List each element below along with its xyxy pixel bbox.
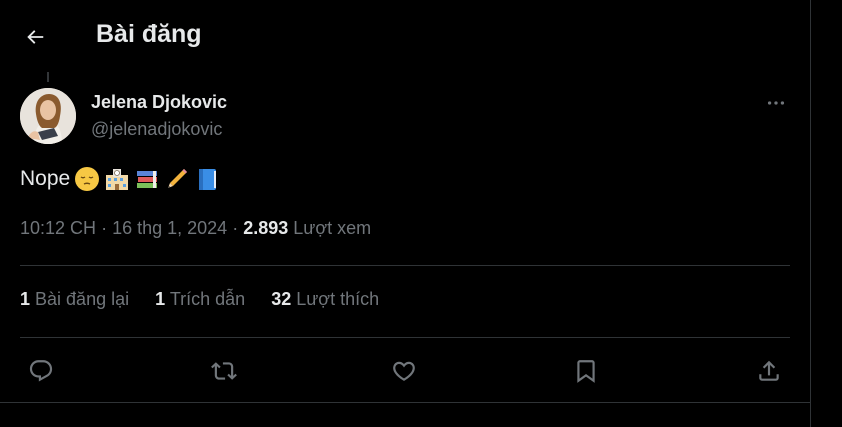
main-column: Bài đăng Jelena Djokovic @jelenadjokovic… xyxy=(0,0,810,427)
like-button[interactable] xyxy=(383,350,425,392)
likes-label: Lượt thích xyxy=(296,289,380,309)
right-gutter xyxy=(811,0,842,427)
quotes-count: 1 xyxy=(155,289,166,309)
quotes-stat[interactable]: 1 Trích dẫn xyxy=(155,289,245,310)
pensive-face-icon xyxy=(74,166,100,192)
post-date[interactable]: 16 thg 1, 2024 xyxy=(112,218,227,238)
reply-button[interactable] xyxy=(20,350,62,392)
post-meta: 10:12 CH · 16 thg 1, 2024 · 2.893 Lượt x… xyxy=(20,218,371,239)
like-icon xyxy=(393,361,415,381)
more-icon xyxy=(767,101,785,105)
action-bar xyxy=(20,350,790,392)
more-button[interactable] xyxy=(760,89,792,117)
post-text-content: Nope xyxy=(20,167,71,190)
divider xyxy=(20,337,790,338)
books-icon xyxy=(134,166,160,192)
author-handle[interactable]: @jelenadjokovic xyxy=(91,119,222,140)
avatar[interactable] xyxy=(20,88,76,144)
back-button[interactable] xyxy=(16,18,54,56)
bookmark-button[interactable] xyxy=(565,350,607,392)
divider xyxy=(20,265,790,266)
reposts-stat[interactable]: 1 Bài đăng lại xyxy=(20,289,129,310)
reposts-count: 1 xyxy=(20,289,31,309)
post-time[interactable]: 10:12 CH xyxy=(20,218,96,238)
divider xyxy=(0,402,810,403)
quotes-label: Trích dẫn xyxy=(169,289,246,309)
reply-icon xyxy=(29,360,53,382)
thread-line xyxy=(47,72,49,82)
views-count: 2.893 xyxy=(243,218,289,238)
post-text: Nope xyxy=(20,166,220,192)
meta-separator: · xyxy=(101,218,108,238)
pencil-icon xyxy=(164,166,190,192)
page-title: Bài đăng xyxy=(96,20,202,48)
avatar-image xyxy=(20,88,76,144)
school-building-icon xyxy=(104,166,130,192)
back-arrow-icon xyxy=(27,30,44,44)
engagement-stats: 1 Bài đăng lại 1 Trích dẫn 32 Lượt thích xyxy=(20,289,379,310)
likes-stat[interactable]: 32 Lượt thích xyxy=(271,289,379,310)
likes-count: 32 xyxy=(271,289,292,309)
repost-button[interactable] xyxy=(203,350,245,392)
author-name[interactable]: Jelena Djokovic xyxy=(91,92,227,113)
repost-icon xyxy=(211,362,237,380)
reposts-label: Bài đăng lại xyxy=(35,289,130,309)
share-icon xyxy=(759,360,779,381)
blue-book-icon xyxy=(194,166,220,192)
bookmark-icon xyxy=(577,360,595,383)
header: Bài đăng xyxy=(0,0,810,72)
meta-separator: · xyxy=(232,218,239,238)
share-button[interactable] xyxy=(748,350,790,392)
views-label: Lượt xem xyxy=(293,218,372,238)
